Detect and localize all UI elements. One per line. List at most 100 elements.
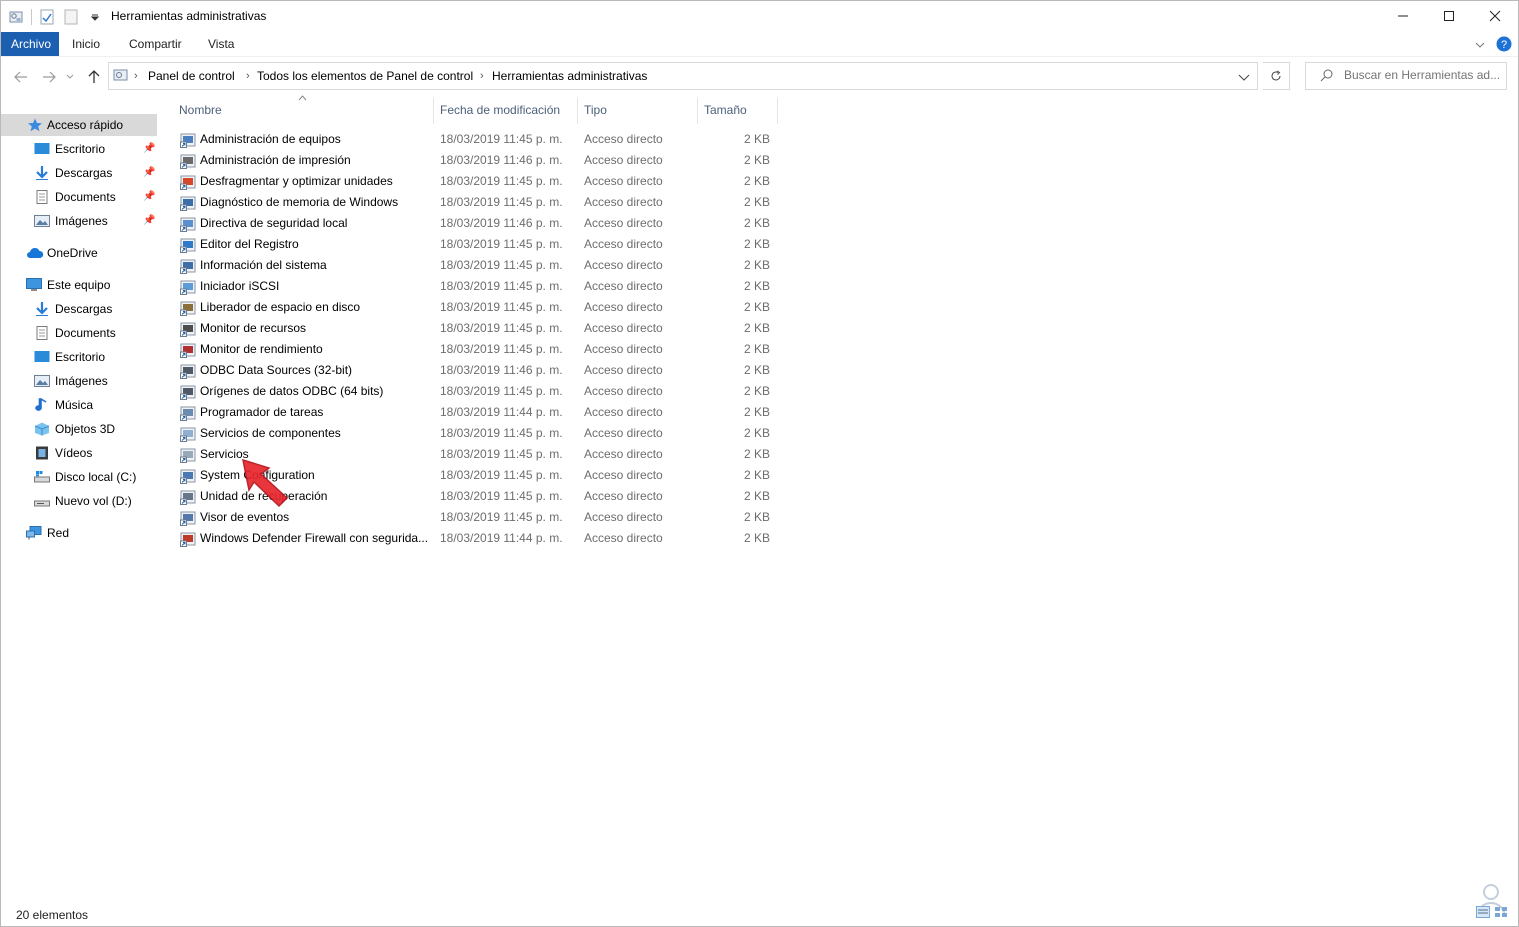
file-size: 2 KB	[743, 510, 770, 524]
nav-label: Disco local (C:)	[55, 470, 137, 484]
nav-documents[interactable]: Documents	[1, 322, 157, 344]
new-folder-icon[interactable]	[62, 8, 80, 26]
file-date: 18/03/2019 11:46 p. m.	[440, 216, 563, 230]
pin-icon: 📌	[143, 191, 156, 202]
nav-escritorio-pinned[interactable]: Escritorio 📌	[1, 138, 157, 160]
tab-archivo[interactable]: Archivo	[1, 32, 59, 56]
expand-ribbon-chevron-icon[interactable]	[1474, 39, 1486, 53]
file-date: 18/03/2019 11:45 p. m.	[440, 321, 563, 335]
nav-label: Descargas	[55, 166, 113, 180]
recent-locations-chevron-icon[interactable]	[63, 67, 77, 87]
file-row[interactable]: Windows Defender Firewall con segurida..…	[177, 528, 777, 549]
file-size: 2 KB	[743, 174, 770, 188]
column-header-nombre[interactable]: Nombre	[179, 98, 222, 122]
nav-descargas-pinned[interactable]: Descargas 📌	[1, 162, 157, 184]
file-row[interactable]: Iniciador iSCSI 18/03/2019 11:45 p. m. Acc…	[177, 276, 777, 297]
file-name: Programador de tareas	[200, 405, 324, 419]
file-size: 2 KB	[743, 447, 770, 461]
shortcut-icon	[180, 133, 196, 148]
nav-onedrive[interactable]: OneDrive	[1, 242, 157, 264]
nav-este-equipo[interactable]: Este equipo	[1, 274, 157, 296]
breadcrumb-panel-de-control[interactable]: Panel de control	[148, 63, 235, 89]
file-row[interactable]: Administración de impresión 18/03/2019 11…	[177, 150, 777, 171]
properties-icon[interactable]	[38, 8, 56, 26]
column-header-tipo[interactable]: Tipo	[584, 98, 607, 122]
file-row[interactable]: Liberador de espacio en disco 18/03/2019 …	[177, 297, 777, 318]
nav-red[interactable]: Red	[1, 522, 157, 544]
file-row[interactable]: Desfragmentar y optimizar unidades 18/03/…	[177, 171, 777, 192]
file-type: Acceso directo	[584, 342, 663, 356]
tab-vista[interactable]: Vista	[198, 32, 244, 56]
nav-disco-local-c[interactable]: Disco local (C:)	[1, 466, 157, 488]
minimize-icon[interactable]	[1380, 1, 1426, 31]
tab-inicio[interactable]: Inicio	[62, 32, 110, 56]
help-icon[interactable]: ?	[1496, 36, 1512, 55]
details-view-icon[interactable]	[1476, 906, 1490, 921]
column-divider[interactable]	[577, 98, 578, 124]
column-divider[interactable]	[697, 98, 698, 124]
network-icon	[26, 526, 42, 540]
nav-label: Música	[55, 398, 94, 412]
nav-musica[interactable]: Música	[1, 394, 157, 416]
breadcrumb-herramientas-administrativas[interactable]: Herramientas administrativas	[492, 63, 647, 89]
column-header-tamano[interactable]: Tamaño	[704, 98, 747, 122]
refresh-icon[interactable]	[1263, 62, 1290, 90]
nav-label: Imágenes	[55, 214, 108, 228]
back-arrow-icon[interactable]	[11, 67, 31, 87]
shortcut-icon	[180, 259, 196, 274]
file-row[interactable]: Monitor de rendimiento 18/03/2019 11:45 p…	[177, 339, 777, 360]
column-divider[interactable]	[433, 98, 434, 124]
nav-nuevo-vol-d[interactable]: Nuevo vol (D:)	[1, 490, 157, 512]
nav-documents-pinned[interactable]: Documents 📌	[1, 186, 157, 208]
file-row[interactable]: Diagnóstico de memoria de Windows 18/03/2…	[177, 192, 777, 213]
file-row[interactable]: Directiva de seguridad local 18/03/2019 1…	[177, 213, 777, 234]
file-name: Editor del Registro	[200, 237, 299, 251]
shortcut-icon	[180, 406, 196, 421]
address-history-chevron-icon[interactable]	[1238, 71, 1250, 85]
file-row[interactable]: Servicios de componentes 18/03/2019 11:45…	[177, 423, 777, 444]
file-row[interactable]: Programador de tareas 18/03/2019 11:44 p.…	[177, 402, 777, 423]
file-type: Acceso directo	[584, 531, 663, 545]
nav-label: Descargas	[55, 302, 113, 316]
maximize-icon[interactable]	[1426, 1, 1472, 31]
column-divider[interactable]	[777, 98, 778, 124]
nav-label: Objetos 3D	[55, 422, 116, 436]
file-date: 18/03/2019 11:45 p. m.	[440, 447, 563, 461]
up-arrow-icon[interactable]	[84, 67, 104, 87]
file-name: Desfragmentar y optimizar unidades	[200, 174, 393, 188]
file-size: 2 KB	[743, 321, 770, 335]
window-controls	[1380, 1, 1518, 31]
file-size: 2 KB	[743, 468, 770, 482]
close-icon[interactable]	[1472, 1, 1518, 31]
nav-videos[interactable]: Vídeos	[1, 442, 157, 464]
nav-acceso-rapido[interactable]: Acceso rápido	[1, 114, 157, 136]
file-name: Diagnóstico de memoria de Windows	[200, 195, 399, 209]
shortcut-icon	[180, 154, 196, 169]
nav-objetos-3d[interactable]: Objetos 3D	[1, 418, 157, 440]
file-row[interactable]: ODBC Data Sources (32-bit) 18/03/2019 11:…	[177, 360, 777, 381]
breadcrumb-todos-los-elementos[interactable]: Todos los elementos de Panel de control	[257, 63, 473, 89]
nav-imagenes-pinned[interactable]: Imágenes 📌	[1, 210, 157, 232]
address-bar[interactable]: › Panel de control › Todos los elementos…	[108, 62, 1258, 90]
control-panel-icon[interactable]	[7, 8, 25, 26]
search-input[interactable]	[1344, 67, 1499, 83]
file-date: 18/03/2019 11:45 p. m.	[440, 426, 563, 440]
nav-label: Documents	[55, 326, 116, 340]
status-item-count: 20 elementos	[16, 908, 89, 922]
forward-arrow-icon[interactable]	[39, 67, 59, 87]
tab-compartir[interactable]: Compartir	[119, 32, 192, 56]
column-header-fecha[interactable]: Fecha de modificación	[440, 98, 560, 122]
nav-descargas[interactable]: Descargas	[1, 298, 157, 320]
file-row[interactable]: Información del sistema 18/03/2019 11:45 …	[177, 255, 777, 276]
nav-imagenes[interactable]: Imágenes	[1, 370, 157, 392]
file-row[interactable]: Orígenes de datos ODBC (64 bits) 18/03/20…	[177, 381, 777, 402]
nav-escritorio[interactable]: Escritorio	[1, 346, 157, 368]
customize-qat-chevron-icon[interactable]	[86, 8, 104, 26]
file-size: 2 KB	[743, 279, 770, 293]
file-row[interactable]: Administración de equipos 18/03/2019 11:4…	[177, 129, 777, 150]
file-row[interactable]: Monitor de recursos 18/03/2019 11:45 p. m…	[177, 318, 777, 339]
large-icons-view-icon[interactable]	[1494, 906, 1508, 921]
file-date: 18/03/2019 11:45 p. m.	[440, 279, 563, 293]
file-row[interactable]: Editor del Registro 18/03/2019 11:45 p. m…	[177, 234, 777, 255]
search-box[interactable]	[1305, 62, 1507, 90]
